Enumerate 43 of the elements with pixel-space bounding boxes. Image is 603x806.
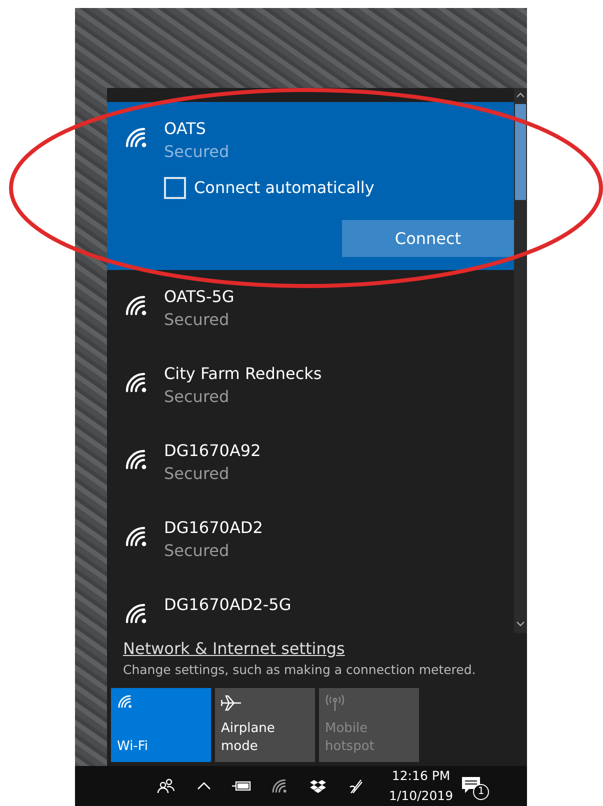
tile-label: Wi-Fi: [117, 738, 150, 756]
scroll-up-icon[interactable]: [516, 92, 525, 98]
antenna-icon: [325, 694, 345, 712]
pen-icon[interactable]: [349, 778, 363, 794]
airplane-icon: [221, 694, 243, 712]
network-name: DG1670A92: [164, 440, 261, 462]
network-status: Secured: [164, 141, 230, 163]
tile-label: Mobile hotspot: [325, 720, 376, 756]
network-status: Secured: [164, 309, 230, 331]
network-item[interactable]: OATS-5G Secured: [107, 270, 514, 347]
network-name: City Farm Rednecks: [164, 363, 322, 385]
network-name: OATS-5G: [164, 286, 234, 308]
scrollbar-thumb[interactable]: [515, 104, 526, 200]
network-item[interactable]: DG1670AD2 Secured: [107, 501, 514, 578]
network-settings-link[interactable]: Network & Internet settings: [123, 639, 345, 658]
clock-time[interactable]: 12:16 PM: [389, 766, 454, 786]
settings-description: Change settings, such as making a connection metered.: [123, 661, 477, 680]
checkbox-label: Connect automatically: [194, 177, 374, 199]
people-icon: [157, 778, 175, 794]
network-name: OATS: [164, 118, 207, 140]
quick-action-tile[interactable]: Wi-Fi: [111, 688, 211, 762]
network-status: Secured: [164, 463, 230, 485]
network-item[interactable]: DG1670AD2-5G: [107, 578, 514, 634]
connect-button[interactable]: Connect: [342, 220, 514, 257]
battery-icon[interactable]: [232, 780, 252, 792]
notification-count: 1: [473, 784, 490, 800]
checkbox[interactable]: [164, 177, 186, 199]
scroll-down-icon[interactable]: [516, 621, 525, 628]
dropbox-icon[interactable]: [310, 779, 326, 793]
network-name: DG1670AD2: [164, 517, 263, 539]
clock-date[interactable]: 1/10/2019: [389, 786, 454, 806]
wifi-icon[interactable]: [271, 778, 289, 794]
scrollbar[interactable]: [514, 88, 527, 634]
network-item[interactable]: DG1670A92 Secured: [107, 424, 514, 501]
quick-action-tile[interactable]: Airplane mode: [215, 688, 315, 762]
network-item[interactable]: OATS Secured Connect automatically Connect: [107, 102, 514, 270]
network-status: Secured: [164, 386, 230, 408]
network-item[interactable]: City Farm Rednecks Secured: [107, 347, 514, 424]
tile-label: Airplane mode: [221, 720, 276, 756]
network-status: Secured: [164, 540, 230, 562]
chevron-up-icon[interactable]: [197, 782, 211, 790]
wifi-icon: [117, 694, 134, 708]
network-name: DG1670AD2-5G: [164, 594, 292, 616]
